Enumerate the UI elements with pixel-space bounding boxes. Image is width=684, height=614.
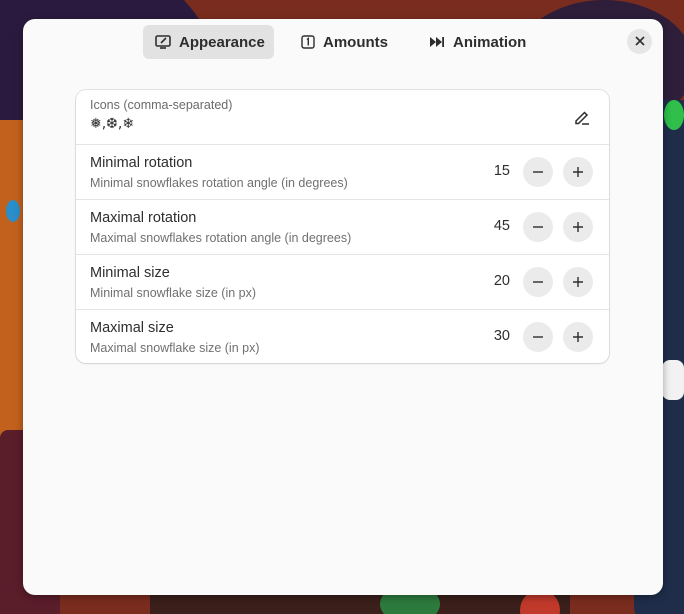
max-rotation-decrease-button[interactable] (523, 212, 553, 242)
max-size-row: Maximal size Maximal snowflake size (in … (76, 310, 609, 363)
close-button[interactable] (627, 29, 652, 54)
row-title: Minimal rotation (90, 155, 193, 171)
max-size-decrease-button[interactable] (523, 322, 553, 352)
row-title: Maximal size (90, 320, 174, 336)
row-subtitle: Maximal snowflake size (in px) (90, 341, 260, 355)
row-subtitle: Minimal snowflakes rotation angle (in de… (90, 176, 348, 190)
max-rotation-increase-button[interactable] (563, 212, 593, 242)
row-subtitle: Maximal snowflakes rotation angle (in de… (90, 231, 352, 245)
plus-icon (573, 332, 583, 342)
edit-icon[interactable] (573, 108, 591, 126)
min-rotation-decrease-button[interactable] (523, 157, 553, 187)
min-size-increase-button[interactable] (563, 267, 593, 297)
row-title: Maximal rotation (90, 210, 197, 226)
min-rotation-increase-button[interactable] (563, 157, 593, 187)
tab-label: Amounts (323, 33, 388, 51)
close-icon (634, 33, 645, 51)
minus-icon (533, 281, 543, 283)
max-rotation-value[interactable]: 45 (470, 218, 510, 234)
preferences-dialog: Appearance Amounts Animation Icons (comm… (23, 19, 663, 595)
view-switcher: Appearance Amounts Animation (23, 25, 663, 59)
min-rotation-value[interactable]: 15 (470, 163, 510, 179)
appearance-icon (155, 34, 171, 50)
row-subtitle: Minimal snowflake size (in px) (90, 286, 257, 300)
max-rotation-row: Maximal rotation Maximal snowflakes rota… (76, 200, 609, 255)
tab-animation[interactable]: Animation (417, 25, 535, 59)
tab-label: Appearance (179, 33, 265, 51)
plus-icon (573, 167, 583, 177)
icons-entry-value[interactable]: ❅,❆,❄ (90, 116, 134, 132)
icons-entry-label: Icons (comma-separated) (90, 98, 233, 112)
min-size-decrease-button[interactable] (523, 267, 553, 297)
min-size-value[interactable]: 20 (470, 273, 510, 289)
minus-icon (533, 336, 543, 338)
animation-icon (429, 36, 445, 48)
plus-icon (573, 277, 583, 287)
min-size-row: Minimal size Minimal snowflake size (in … (76, 255, 609, 310)
max-size-increase-button[interactable] (563, 322, 593, 352)
max-size-value[interactable]: 30 (470, 328, 510, 344)
plus-icon (573, 222, 583, 232)
tab-label: Animation (453, 33, 527, 51)
settings-list: Icons (comma-separated) ❅,❆,❄ Minimal ro… (76, 90, 609, 363)
icons-entry-row[interactable]: Icons (comma-separated) ❅,❆,❄ (76, 90, 609, 145)
tab-amounts[interactable]: Amounts (289, 25, 399, 59)
tab-appearance[interactable]: Appearance (143, 25, 274, 59)
amounts-icon (301, 35, 315, 49)
minus-icon (533, 226, 543, 228)
row-title: Minimal size (90, 265, 170, 281)
min-rotation-row: Minimal rotation Minimal snowflakes rota… (76, 145, 609, 200)
minus-icon (533, 171, 543, 173)
